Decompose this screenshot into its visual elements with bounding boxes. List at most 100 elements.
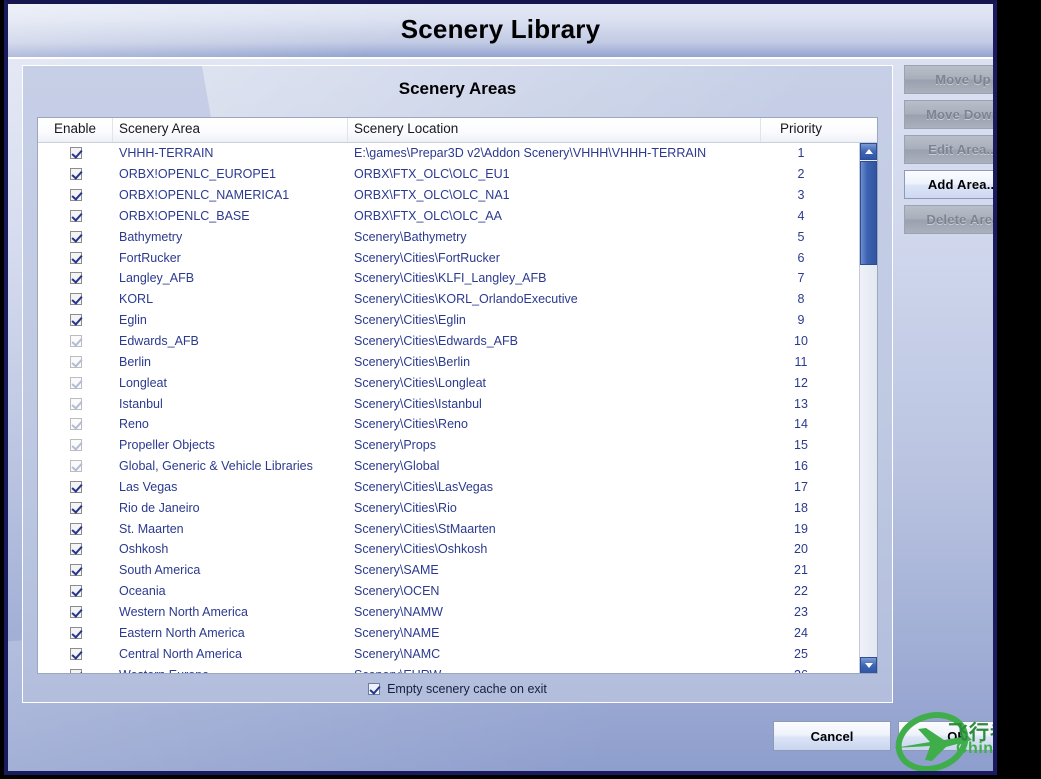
row-enable-cell[interactable] (38, 147, 113, 160)
side-button-move-down[interactable]: Move Down (904, 100, 993, 129)
scenery-areas-panel: Scenery Areas Enable Scenery Area Scener… (22, 65, 893, 703)
table-row[interactable]: Rio de Janeiro Scenery\Cities\Rio 18 (38, 497, 877, 518)
enable-checkbox[interactable] (69, 335, 82, 348)
enable-checkbox[interactable] (69, 376, 82, 389)
table-row[interactable]: VHHH-TERRAIN E:\games\Prepar3D v2\Addon S… (38, 143, 877, 164)
table-row[interactable]: Oshkosh Scenery\Cities\Oshkosh 20 (38, 539, 877, 560)
side-button-edit-area[interactable]: Edit Area... (904, 135, 993, 164)
table-row[interactable]: Eglin Scenery\Cities\Eglin 9 (38, 310, 877, 331)
enable-checkbox[interactable] (69, 647, 82, 660)
row-enable-cell[interactable] (38, 543, 113, 556)
scroll-down-button[interactable] (860, 657, 877, 673)
row-enable-cell[interactable] (38, 209, 113, 222)
enable-checkbox[interactable] (69, 564, 82, 577)
side-button-delete-area[interactable]: Delete Area (904, 205, 993, 234)
enable-checkbox[interactable] (69, 501, 82, 514)
row-enable-cell[interactable] (38, 585, 113, 598)
row-priority: 19 (794, 521, 808, 536)
table-row[interactable]: Berlin Scenery\Cities\Berlin 11 (38, 351, 877, 372)
column-header-area[interactable]: Scenery Area (113, 118, 348, 142)
enable-checkbox[interactable] (69, 314, 82, 327)
row-enable-cell[interactable] (38, 168, 113, 181)
column-header-priority[interactable]: Priority (761, 118, 841, 142)
enable-checkbox[interactable] (69, 543, 82, 556)
table-row[interactable]: Bathymetry Scenery\Bathymetry 5 (38, 226, 877, 247)
column-header-location[interactable]: Scenery Location (348, 118, 761, 142)
enable-checkbox[interactable] (69, 522, 82, 535)
enable-checkbox[interactable] (69, 585, 82, 598)
row-enable-cell[interactable] (38, 522, 113, 535)
table-row[interactable]: Propeller Objects Scenery\Props 15 (38, 435, 877, 456)
enable-checkbox[interactable] (69, 147, 82, 160)
table-row[interactable]: Western North America Scenery\NAMW 23 (38, 602, 877, 623)
row-enable-cell[interactable] (38, 314, 113, 327)
row-enable-cell[interactable] (38, 564, 113, 577)
enable-checkbox[interactable] (69, 230, 82, 243)
table-row[interactable]: Longleat Scenery\Cities\Longleat 12 (38, 372, 877, 393)
table-row[interactable]: FortRucker Scenery\Cities\FortRucker 6 (38, 247, 877, 268)
table-row[interactable]: Las Vegas Scenery\Cities\LasVegas 17 (38, 477, 877, 498)
row-enable-cell[interactable] (38, 230, 113, 243)
scroll-up-button[interactable] (860, 143, 877, 160)
enable-checkbox[interactable] (69, 397, 82, 410)
side-button-add-area[interactable]: Add Area... (904, 170, 993, 199)
table-row[interactable]: South America Scenery\SAME 21 (38, 560, 877, 581)
enable-checkbox[interactable] (69, 418, 82, 431)
table-row[interactable]: ORBX!OPENLC_NAMERICA1 ORBX\FTX_OLC\OLC_NA… (38, 185, 877, 206)
table-row[interactable]: ORBX!OPENLC_BASE ORBX\FTX_OLC\OLC_AA 4 (38, 206, 877, 227)
column-header-enable[interactable]: Enable (38, 118, 113, 142)
enable-checkbox[interactable] (69, 626, 82, 639)
enable-checkbox[interactable] (69, 251, 82, 264)
enable-checkbox[interactable] (69, 168, 82, 181)
row-enable-cell[interactable] (38, 189, 113, 202)
row-enable-cell[interactable] (38, 355, 113, 368)
row-enable-cell[interactable] (38, 480, 113, 493)
enable-checkbox[interactable] (69, 355, 82, 368)
row-enable-cell[interactable] (38, 647, 113, 660)
row-enable-cell[interactable] (38, 605, 113, 618)
caret-up-icon (865, 149, 873, 154)
row-enable-cell[interactable] (38, 626, 113, 639)
enable-checkbox[interactable] (69, 605, 82, 618)
row-priority: 5 (797, 229, 805, 244)
row-enable-cell[interactable] (38, 335, 113, 348)
row-enable-cell[interactable] (38, 460, 113, 473)
table-row[interactable]: Western EuropeScenery\EURW26 (38, 664, 877, 673)
row-enable-cell[interactable] (38, 418, 113, 431)
enable-checkbox[interactable] (69, 272, 82, 285)
row-enable-cell[interactable] (38, 397, 113, 410)
row-enable-cell[interactable] (38, 272, 113, 285)
table-row[interactable]: Langley_AFB Scenery\Cities\KLFI_Langley_A… (38, 268, 877, 289)
enable-checkbox[interactable] (69, 460, 82, 473)
enable-checkbox[interactable] (69, 293, 82, 306)
table-row[interactable]: KORL Scenery\Cities\KORL_OrlandoExecutive… (38, 289, 877, 310)
table-row[interactable]: Reno Scenery\Cities\Reno 14 (38, 414, 877, 435)
row-enable-cell[interactable] (38, 376, 113, 389)
vertical-scrollbar[interactable] (859, 143, 877, 673)
table-row[interactable]: Global, Generic & Vehicle Libraries Scene… (38, 456, 877, 477)
table-row[interactable]: Eastern North America Scenery\NAME 24 (38, 622, 877, 643)
table-row[interactable]: Edwards_AFB Scenery\Cities\Edwards_AFB 10 (38, 331, 877, 352)
scrollbar-thumb[interactable] (860, 161, 877, 265)
row-enable-cell[interactable] (38, 501, 113, 514)
enable-checkbox[interactable] (69, 439, 82, 452)
table-row[interactable]: Istanbul Scenery\Cities\Istanbul 13 (38, 393, 877, 414)
empty-cache-checkbox[interactable] (368, 682, 381, 695)
cancel-button[interactable]: Cancel (773, 721, 891, 751)
row-enable-cell[interactable] (38, 439, 113, 452)
table-row[interactable]: ORBX!OPENLC_EUROPE1 ORBX\FTX_OLC\OLC_EU1 2 (38, 164, 877, 185)
table-row[interactable]: Central North America Scenery\NAMC 25 (38, 643, 877, 664)
table-row[interactable]: St. Maarten Scenery\Cities\StMaarten 19 (38, 518, 877, 539)
enable-checkbox[interactable] (69, 668, 82, 673)
row-location: Scenery\Cities\LasVegas (354, 479, 493, 494)
side-button-move-up[interactable]: Move Up (904, 65, 993, 94)
row-location: Scenery\EURW (348, 668, 761, 673)
enable-checkbox[interactable] (69, 209, 82, 222)
ok-button[interactable]: OK (898, 721, 993, 751)
row-enable-cell[interactable] (38, 668, 113, 673)
table-row[interactable]: Oceania Scenery\OCEN 22 (38, 581, 877, 602)
enable-checkbox[interactable] (69, 189, 82, 202)
row-enable-cell[interactable] (38, 293, 113, 306)
enable-checkbox[interactable] (69, 480, 82, 493)
row-enable-cell[interactable] (38, 251, 113, 264)
